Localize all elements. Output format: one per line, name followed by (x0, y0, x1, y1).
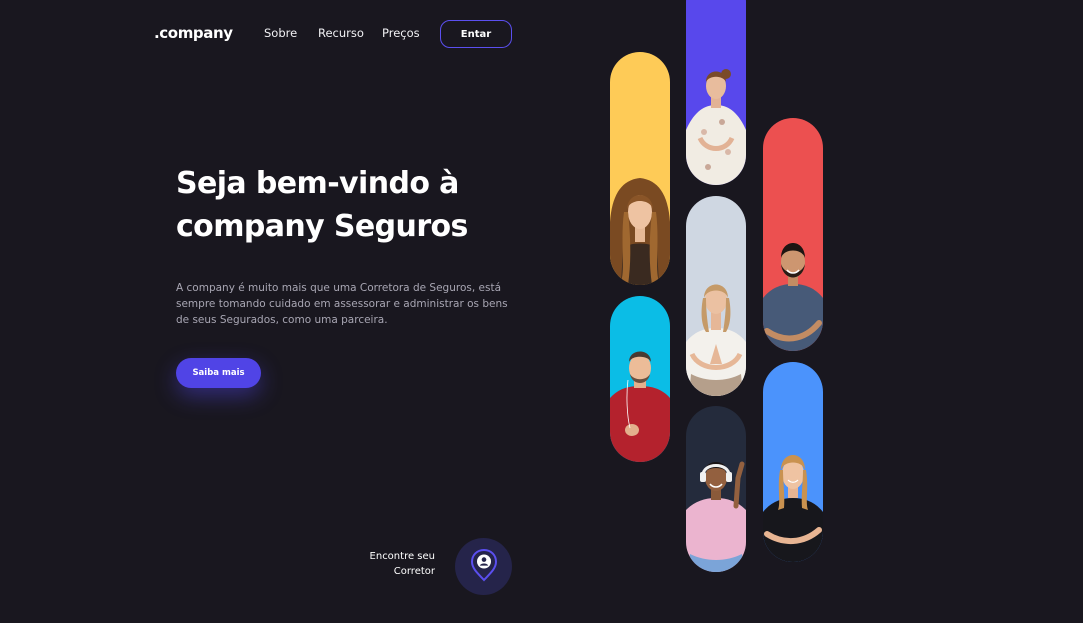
hero-title-line-1: Seja bem-vindo à (176, 166, 459, 201)
find-broker-line-2: Corretor (393, 566, 435, 577)
nav-link-precos[interactable]: Preços (382, 26, 420, 40)
photo-man-red-sweater (610, 296, 670, 462)
find-broker-button[interactable] (455, 538, 512, 595)
nav-link-sobre[interactable]: Sobre (264, 26, 297, 40)
hero-title: Seja bem-vindo à company Seguros (176, 162, 468, 248)
login-button[interactable]: Entar (440, 20, 512, 48)
find-broker-line-1: Encontre seu (369, 551, 435, 562)
photo-man-smiling (763, 118, 823, 351)
hero-description: A company é muito mais que uma Corretora… (176, 282, 508, 326)
photo-woman-blonde-smiling (763, 362, 823, 562)
learn-more-button[interactable]: Saiba mais (176, 358, 261, 388)
location-user-icon (469, 548, 499, 586)
photo-woman-headphones (686, 406, 746, 572)
photo-woman-meditating (686, 196, 746, 396)
photo-woman-long-hair (610, 52, 670, 285)
photo-woman-floral-dress (686, 0, 746, 185)
hero-title-line-2: company Seguros (176, 209, 468, 244)
logo[interactable]: .company (154, 24, 233, 42)
find-broker-label: Encontre seu Corretor (355, 549, 435, 579)
nav-link-recurso[interactable]: Recurso (318, 26, 364, 40)
